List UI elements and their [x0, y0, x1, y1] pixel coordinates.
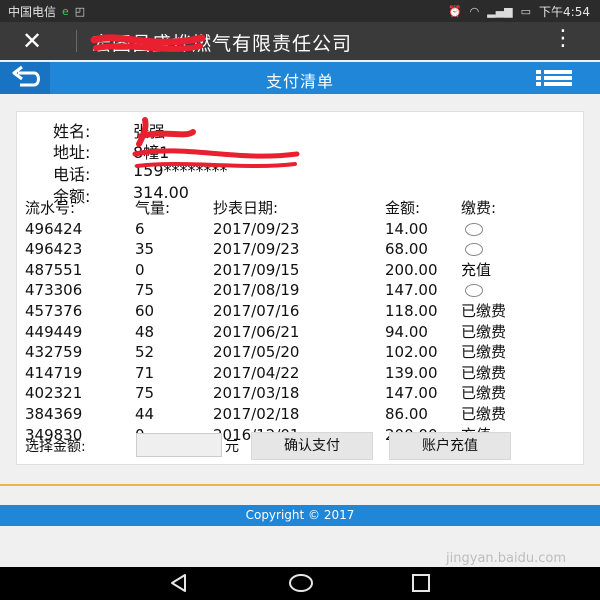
battery-icon: ▭ — [520, 4, 532, 18]
notification-icon: ◰ — [74, 4, 86, 18]
amount-cell: 68.00 — [385, 240, 428, 259]
header-serial: 流水号: — [25, 199, 76, 217]
footer: Copyright © 2017 — [0, 505, 600, 526]
header-amount: 金额: — [385, 199, 421, 217]
pay-radio[interactable] — [465, 243, 483, 257]
home-circle-icon[interactable] — [288, 572, 314, 594]
status-bar: 中国电信 e ◰ ⏰ ◠ ▂▄▆ ▭ 下午4:54 — [0, 0, 600, 22]
wifi-icon: ◠ — [469, 4, 480, 18]
serial-cell: 457376 — [25, 301, 83, 320]
amount-cell: 147.00 — [385, 281, 438, 300]
header-date: 抄表日期: — [213, 199, 279, 217]
divider — [76, 30, 77, 52]
address-label: 地址: — [53, 143, 91, 162]
header-gas: 气量: — [135, 199, 171, 217]
gas-cell: 0 — [135, 260, 145, 279]
address-value: 8幢1 — [133, 143, 170, 162]
serial-cell: 473306 — [25, 281, 83, 300]
gas-cell: 48 — [135, 322, 155, 341]
gas-cell: 75 — [135, 384, 155, 403]
title-bar: ✕ 宏图昌盛烨燃气有限责任公司 ⋮ — [0, 22, 600, 60]
status-cell: 已缴费 — [461, 343, 507, 362]
watermark: jingyan.baidu.com — [446, 551, 566, 566]
pay-radio[interactable] — [465, 222, 483, 236]
status-cell: 已缴费 — [461, 301, 507, 320]
amount-cell: 139.00 — [385, 363, 438, 382]
amount-cell: 86.00 — [385, 404, 428, 423]
signal-icon: ▂▄▆ — [487, 4, 513, 18]
serial-cell: 384369 — [25, 404, 83, 423]
gas-cell: 52 — [135, 343, 155, 362]
page-title: 宏图昌盛烨燃气有限责任公司 — [92, 33, 353, 55]
status-cell: 充值 — [461, 260, 492, 279]
serial-cell: 449449 — [25, 322, 83, 341]
alarm-icon: ⏰ — [447, 4, 462, 18]
gas-cell: 35 — [135, 240, 155, 259]
serial-cell: 496423 — [25, 240, 83, 259]
date-cell: 2017/09/15 — [213, 260, 300, 279]
phone-label: 电话: — [53, 165, 91, 184]
amount-input[interactable] — [136, 433, 222, 457]
gas-cell: 6 — [135, 219, 145, 238]
date-cell: 2017/06/21 — [213, 322, 300, 341]
account-recharge-button[interactable]: 账户充值 — [389, 432, 511, 460]
status-cell — [461, 239, 483, 259]
phone-value: 159******** — [133, 161, 228, 180]
amount-cell: 200.00 — [385, 260, 438, 279]
date-cell: 2017/08/19 — [213, 281, 300, 300]
clock: 下午4:54 — [539, 5, 590, 19]
system-nav-bar — [0, 567, 600, 600]
date-cell: 2017/07/16 — [213, 301, 300, 320]
date-cell: 2017/03/18 — [213, 384, 300, 403]
date-cell: 2017/02/18 — [213, 404, 300, 423]
status-cell: 已缴费 — [461, 404, 507, 423]
date-cell: 2017/09/23 — [213, 219, 300, 238]
status-cell: 已缴费 — [461, 322, 507, 341]
recent-apps-icon[interactable] — [410, 572, 432, 594]
payment-list-card: 姓名: 张强 地址: 8幢1 电话: 159******** 余额: 314.0… — [16, 111, 584, 465]
amount-cell: 118.00 — [385, 301, 438, 320]
amount-cell: 147.00 — [385, 384, 438, 403]
date-cell: 2017/05/20 — [213, 343, 300, 362]
serial-cell: 432759 — [25, 343, 83, 362]
serial-cell: 414719 — [25, 363, 83, 382]
page-header: 支付清单 — [0, 62, 600, 94]
gas-cell: 71 — [135, 363, 155, 382]
gas-cell: 60 — [135, 301, 155, 320]
date-cell: 2017/09/23 — [213, 240, 300, 259]
select-amount-label: 选择金额: — [25, 439, 86, 455]
serial-cell: 496424 — [25, 219, 83, 238]
currency-unit: 元 — [225, 439, 239, 455]
confirm-payment-button[interactable]: 确认支付 — [251, 432, 373, 460]
accent-divider — [0, 484, 600, 486]
back-triangle-icon[interactable] — [168, 572, 190, 594]
serial-cell: 487551 — [25, 260, 83, 279]
list-menu-icon[interactable] — [536, 69, 572, 87]
carrier-label: 中国电信 — [8, 5, 57, 19]
amount-cell: 94.00 — [385, 322, 428, 341]
status-cell: 已缴费 — [461, 363, 507, 382]
browser-icon: e — [62, 4, 69, 18]
serial-cell: 402321 — [25, 384, 83, 403]
pay-radio[interactable] — [465, 284, 483, 298]
status-cell — [461, 219, 483, 239]
header-title: 支付清单 — [265, 72, 334, 91]
date-cell: 2017/04/22 — [213, 363, 300, 382]
gas-cell: 44 — [135, 404, 155, 423]
close-icon[interactable]: ✕ — [22, 27, 42, 55]
amount-cell: 102.00 — [385, 343, 438, 362]
gas-cell: 75 — [135, 281, 155, 300]
amount-cell: 14.00 — [385, 219, 428, 238]
header-status: 缴费: — [461, 199, 497, 217]
status-cell: 已缴费 — [461, 384, 507, 403]
status-cell — [461, 280, 483, 300]
more-options-icon[interactable]: ⋮ — [552, 26, 574, 51]
